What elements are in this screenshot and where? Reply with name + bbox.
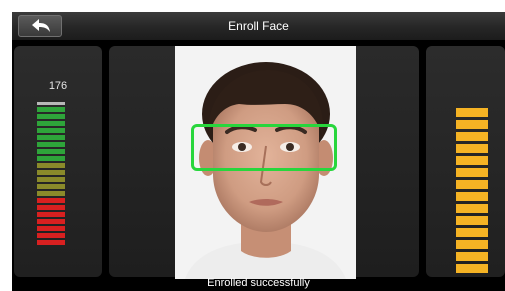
progress-meter-segment [456, 180, 488, 189]
quality-meter-segment [37, 219, 65, 224]
progress-meter-segment [456, 144, 488, 153]
quality-meter-segment [37, 240, 65, 245]
face-detection-box [191, 124, 337, 171]
quality-meter-segment [37, 128, 65, 133]
page-title: Enroll Face [228, 19, 289, 33]
progress-meter-segment [456, 156, 488, 165]
quality-meter-segment [37, 212, 65, 217]
quality-meter-panel: 176 [14, 46, 102, 277]
quality-meter-segment [37, 149, 65, 154]
quality-meter-segment [37, 135, 65, 140]
quality-meter-segment [37, 156, 65, 161]
status-message: Enrolled successfully [207, 277, 310, 289]
title-bar: Enroll Face [12, 12, 505, 40]
quality-meter-segment [37, 142, 65, 147]
progress-meter-segment [456, 168, 488, 177]
progress-meter-segment [456, 132, 488, 141]
quality-meter-segment [37, 198, 65, 203]
progress-meter-segment [456, 228, 488, 237]
quality-meter-segment [37, 170, 65, 175]
quality-meter-segment [37, 233, 65, 238]
quality-meter [37, 102, 65, 247]
progress-meter-segment [456, 192, 488, 201]
quality-meter-segment [37, 114, 65, 119]
quality-meter-segment [37, 102, 65, 105]
quality-value: 176 [48, 80, 68, 92]
progress-meter-segment [456, 252, 488, 261]
quality-meter-segment [37, 184, 65, 189]
progress-meter-segment [456, 108, 488, 117]
enroll-progress-meter [456, 108, 488, 276]
quality-meter-segment [37, 205, 65, 210]
quality-meter-segment [37, 226, 65, 231]
progress-meter-segment [456, 240, 488, 249]
progress-meter-segment [456, 264, 488, 273]
quality-meter-segment [37, 177, 65, 182]
quality-meter-segment [37, 107, 65, 112]
progress-meter-segment [456, 120, 488, 129]
quality-meter-segment [37, 121, 65, 126]
device-screen: Enroll Face 176 Enrolled successfully [12, 12, 505, 291]
quality-meter-segment [37, 191, 65, 196]
progress-meter-segment [456, 204, 488, 213]
progress-meter-panel [426, 46, 505, 277]
progress-meter-segment [456, 216, 488, 225]
quality-meter-segment [37, 163, 65, 168]
